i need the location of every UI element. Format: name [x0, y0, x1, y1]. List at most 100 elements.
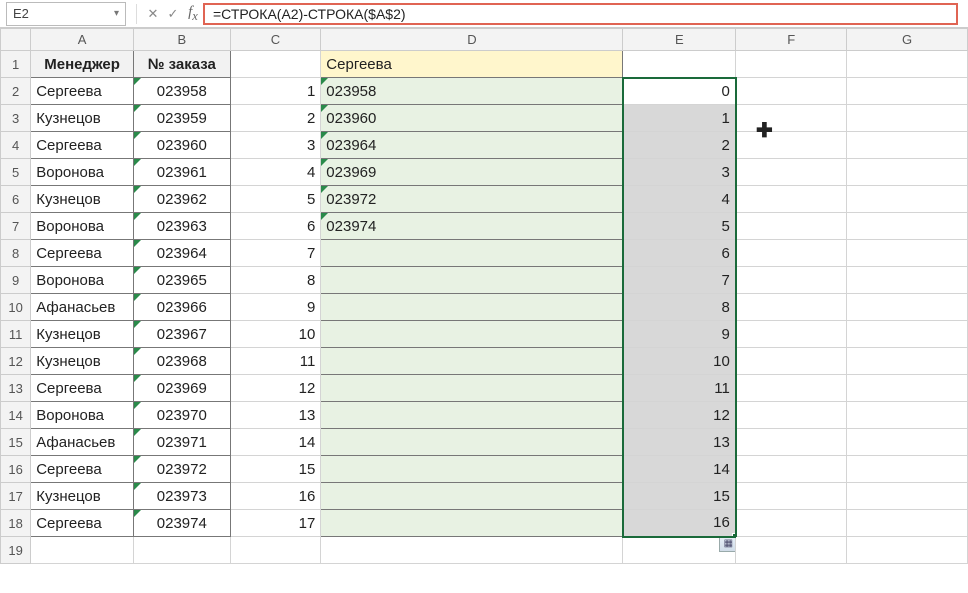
row-header[interactable]: 5 [1, 159, 31, 186]
select-all-corner[interactable] [1, 29, 31, 51]
cell[interactable] [847, 375, 968, 402]
cell[interactable]: 13 [623, 429, 736, 456]
cell[interactable]: 0 [623, 78, 736, 105]
cell[interactable]: 3 [623, 159, 736, 186]
cell[interactable]: Сергеева [31, 375, 134, 402]
cell[interactable] [847, 159, 968, 186]
cell[interactable]: Сергеева [31, 510, 134, 537]
cell[interactable]: 023958 [133, 78, 230, 105]
cell[interactable]: 11 [623, 375, 736, 402]
cell[interactable] [623, 51, 736, 78]
col-header-c[interactable]: C [230, 29, 321, 51]
cell[interactable] [321, 348, 623, 375]
cell[interactable]: 023966 [133, 294, 230, 321]
col-header-g[interactable]: G [847, 29, 968, 51]
cell[interactable]: 4 [623, 186, 736, 213]
cell[interactable]: 023965 [133, 267, 230, 294]
cell[interactable]: 8 [230, 267, 321, 294]
cell[interactable]: 3 [230, 132, 321, 159]
cell[interactable]: 4 [230, 159, 321, 186]
cell[interactable]: 10 [230, 321, 321, 348]
cell[interactable] [230, 537, 321, 564]
cell[interactable]: 023974 [133, 510, 230, 537]
cell[interactable] [847, 294, 968, 321]
cell[interactable]: 2 [623, 132, 736, 159]
cell[interactable] [736, 213, 847, 240]
cell[interactable] [736, 267, 847, 294]
cell[interactable] [736, 483, 847, 510]
cell[interactable] [847, 132, 968, 159]
cell[interactable]: 15 [230, 456, 321, 483]
cell[interactable] [736, 132, 847, 159]
cell[interactable]: 023969 [321, 159, 623, 186]
cell[interactable]: № заказа [133, 51, 230, 78]
cell[interactable] [321, 375, 623, 402]
cell[interactable]: 5 [623, 213, 736, 240]
cell[interactable]: Сергеева [321, 51, 623, 78]
cell[interactable] [321, 402, 623, 429]
cell[interactable] [736, 240, 847, 267]
cell[interactable] [736, 348, 847, 375]
cell[interactable] [736, 456, 847, 483]
col-header-b[interactable]: B [133, 29, 230, 51]
cell[interactable]: 023967 [133, 321, 230, 348]
cell[interactable] [736, 429, 847, 456]
row-header[interactable]: 3 [1, 105, 31, 132]
cell[interactable]: 023962 [133, 186, 230, 213]
cell[interactable]: 023958 [321, 78, 623, 105]
cell[interactable] [847, 510, 968, 537]
cell[interactable]: 11 [230, 348, 321, 375]
cell[interactable]: 16 [623, 510, 736, 537]
cell[interactable] [736, 375, 847, 402]
cell[interactable] [736, 159, 847, 186]
cell[interactable]: Воронова [31, 267, 134, 294]
cell[interactable]: 16 [230, 483, 321, 510]
row-header[interactable]: 9 [1, 267, 31, 294]
cell[interactable]: Воронова [31, 213, 134, 240]
cell[interactable]: 6 [623, 240, 736, 267]
col-header-d[interactable]: D [321, 29, 623, 51]
chevron-down-icon[interactable]: ▾ [114, 8, 119, 19]
col-header-e[interactable]: E [623, 29, 736, 51]
cell[interactable] [321, 510, 623, 537]
cell[interactable] [321, 321, 623, 348]
cell[interactable]: 023960 [321, 105, 623, 132]
cell[interactable] [847, 456, 968, 483]
row-header[interactable]: 11 [1, 321, 31, 348]
row-header[interactable]: 8 [1, 240, 31, 267]
row-header[interactable]: 6 [1, 186, 31, 213]
cell[interactable] [321, 429, 623, 456]
accept-formula-button[interactable]: ✓ [163, 6, 183, 22]
cell[interactable]: Кузнецов [31, 105, 134, 132]
cell[interactable] [847, 78, 968, 105]
cell[interactable]: Афанасьев [31, 429, 134, 456]
cancel-formula-button[interactable]: ✕ [143, 6, 163, 22]
cell[interactable]: 023963 [133, 213, 230, 240]
cell[interactable]: 7 [623, 267, 736, 294]
cell[interactable]: Кузнецов [31, 483, 134, 510]
cell[interactable] [31, 537, 134, 564]
cell[interactable] [847, 186, 968, 213]
cell[interactable]: Кузнецов [31, 348, 134, 375]
cell[interactable]: 15 [623, 483, 736, 510]
formula-input[interactable]: =СТРОКА(A2)-СТРОКА($A$2) [203, 3, 958, 25]
cell[interactable] [847, 483, 968, 510]
cell[interactable] [736, 105, 847, 132]
cell[interactable] [736, 51, 847, 78]
cell[interactable] [133, 537, 230, 564]
cell[interactable]: Сергеева [31, 78, 134, 105]
cell[interactable]: 023972 [321, 186, 623, 213]
cell[interactable] [230, 51, 321, 78]
cell[interactable]: 17 [230, 510, 321, 537]
cell[interactable]: Менеджер [31, 51, 134, 78]
cell[interactable]: 023960 [133, 132, 230, 159]
cell[interactable] [847, 402, 968, 429]
cell[interactable] [321, 537, 623, 564]
cell[interactable]: 023974 [321, 213, 623, 240]
cell[interactable]: 14 [230, 429, 321, 456]
name-box[interactable]: E2 ▾ [6, 2, 126, 26]
cell[interactable]: 023972 [133, 456, 230, 483]
cell[interactable]: 023970 [133, 402, 230, 429]
cell[interactable] [847, 321, 968, 348]
cell[interactable]: Сергеева [31, 456, 134, 483]
